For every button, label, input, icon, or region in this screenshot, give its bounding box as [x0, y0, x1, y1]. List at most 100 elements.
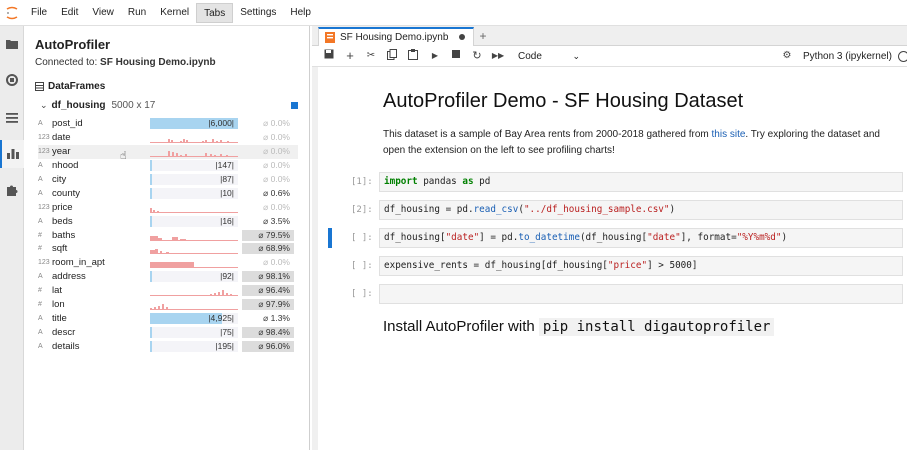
add-cell-plus-icon[interactable]: +	[343, 49, 357, 63]
histogram-bar	[180, 141, 182, 144]
column-row[interactable]: Abeds |16| ⌀ 3.5%	[38, 214, 298, 228]
copy-icon[interactable]	[385, 49, 399, 63]
column-row[interactable]: Acity |87| ⌀ 0.0%	[38, 173, 298, 187]
extension-puzzle-icon[interactable]	[0, 176, 24, 204]
cell-code-editor[interactable]	[379, 284, 903, 304]
column-summary-chart[interactable]	[150, 202, 238, 213]
notebook-tab[interactable]: SF Housing Demo.ipynb	[318, 27, 474, 46]
column-type-icon: 123	[38, 203, 50, 211]
column-row[interactable]: Adetails |195| ⌀ 96.0%	[38, 339, 298, 353]
column-summary-chart[interactable]	[150, 257, 238, 269]
panel-title: AutoProfiler	[35, 37, 111, 52]
column-summary-chart[interactable]	[150, 230, 238, 241]
column-type-icon: A	[38, 342, 43, 350]
column-summary-chart[interactable]	[150, 285, 238, 297]
column-name: price	[52, 201, 73, 213]
histogram-bar	[158, 306, 160, 311]
histogram-bar	[227, 141, 229, 144]
column-summary-chart[interactable]: |16|	[150, 215, 238, 227]
column-row[interactable]: Anhood |147| ⌀ 0.0%	[38, 159, 298, 173]
new-tab-plus-icon[interactable]: +	[476, 28, 490, 44]
save-icon[interactable]	[322, 49, 336, 63]
code-cell[interactable]: [1]: import pandas as pd	[331, 172, 903, 192]
column-summary-chart[interactable]	[150, 243, 238, 255]
cell-code-editor[interactable]: df_housing["date"] = pd.to_datetime(df_h…	[379, 228, 903, 248]
code-cell[interactable]: [2]: df_housing = pd.read_csv("../df_hous…	[331, 200, 903, 220]
unique-count-bar-fill	[150, 271, 152, 283]
jupyter-logo-icon[interactable]	[0, 0, 24, 26]
menu-settings[interactable]: Settings	[233, 3, 283, 23]
run-play-icon[interactable]: ▶	[428, 49, 442, 63]
column-row[interactable]: # sqft ⌀ 68.9%	[38, 242, 298, 256]
column-row[interactable]: 123 room_in_apt ⌀ 0.0%	[38, 256, 298, 270]
column-row[interactable]: 123 date ⌀ 0.0%	[38, 131, 298, 145]
folder-icon[interactable]	[0, 30, 24, 58]
column-row[interactable]: Atitle |4,925| ⌀ 1.3%	[38, 311, 298, 325]
column-summary-chart[interactable]	[150, 299, 238, 311]
cell-type-select[interactable]: Code ⌄	[518, 49, 580, 64]
menu-kernel[interactable]: Kernel	[153, 3, 196, 23]
menu-tabs[interactable]: Tabs	[196, 2, 234, 23]
menu-file[interactable]: File	[24, 3, 54, 23]
code-cell[interactable]: [ ]: df_housing["date"] = pd.to_datetime(…	[328, 228, 903, 248]
active-cell-indicator	[328, 228, 332, 248]
column-summary-chart[interactable]: |6,000|	[150, 118, 238, 130]
column-row[interactable]: Adescr |75| ⌀ 98.4%	[38, 325, 298, 339]
histogram-bar	[180, 155, 182, 158]
paste-icon[interactable]	[406, 49, 420, 63]
menu-help[interactable]: Help	[283, 3, 318, 23]
column-summary-chart[interactable]	[150, 132, 238, 144]
cut-scissors-icon[interactable]: ✂	[364, 49, 378, 63]
unique-count-bar-fill	[150, 215, 152, 227]
list-icon[interactable]	[0, 104, 24, 132]
restart-icon[interactable]: ↻	[470, 49, 484, 63]
column-name: lon	[52, 299, 65, 311]
histogram-bar	[205, 140, 207, 144]
histogram-bar	[162, 304, 164, 311]
histogram-bar	[210, 154, 212, 158]
unique-count-label: |75|	[220, 326, 234, 337]
this-site-link[interactable]: this site	[712, 129, 746, 140]
column-row[interactable]: # lon ⌀ 97.9%	[38, 298, 298, 312]
code-cell[interactable]: [ ]: expensive_rents = df_housing[df_hous…	[331, 256, 903, 276]
column-summary-chart[interactable]: |92|	[150, 271, 238, 283]
column-summary-chart[interactable]: |4,925|	[150, 312, 238, 324]
profiler-chart-icon[interactable]	[0, 140, 24, 168]
code-cell[interactable]: [ ]:	[331, 284, 903, 304]
connected-file: SF Housing Demo.ipynb	[100, 57, 216, 68]
menu-view[interactable]: View	[85, 3, 121, 23]
unsaved-dot-icon[interactable]	[459, 34, 465, 40]
column-row[interactable]: Aaddress |92| ⌀ 98.1%	[38, 270, 298, 284]
menu-edit[interactable]: Edit	[54, 3, 85, 23]
cell-code-editor[interactable]: expensive_rents = df_housing[df_housing[…	[379, 256, 903, 276]
settings-gear-icon[interactable]: ⚙	[780, 49, 794, 63]
column-name: details	[52, 340, 80, 352]
running-icon[interactable]	[0, 66, 24, 94]
column-row[interactable]: 123 price ⌀ 0.0%	[38, 200, 298, 214]
dataframe-row[interactable]: ⌄ df_housing 5000 x 17	[40, 100, 298, 111]
cell-code-editor[interactable]: df_housing = pd.read_csv("../df_housing_…	[379, 200, 903, 220]
column-summary-chart[interactable]: |10|	[150, 187, 238, 199]
histogram-bar	[230, 294, 232, 297]
column-summary-chart[interactable]: |75|	[150, 326, 238, 338]
column-summary-chart[interactable]	[150, 146, 238, 158]
column-summary-chart[interactable]: |147|	[150, 160, 238, 172]
column-type-icon: A	[38, 273, 43, 281]
column-row[interactable]: Acounty |10| ⌀ 0.6%	[38, 186, 298, 200]
menu-run[interactable]: Run	[121, 3, 153, 23]
histogram-bar	[172, 152, 174, 158]
column-row[interactable]: # baths ⌀ 79.5%	[38, 228, 298, 242]
column-row[interactable]: Apost_id |6,000| ⌀ 0.0%	[38, 117, 298, 131]
column-row[interactable]: 123 year ⌀ 0.0% ☝	[38, 144, 298, 162]
cell-code-editor[interactable]: import pandas as pd	[379, 172, 903, 192]
histogram-bar	[176, 153, 178, 158]
column-row[interactable]: # lat ⌀ 96.4%	[38, 284, 298, 298]
column-summary-chart[interactable]: |87|	[150, 174, 238, 185]
column-type-icon: #	[38, 245, 42, 253]
histogram-bar	[216, 141, 218, 144]
stop-square-icon[interactable]	[449, 49, 463, 63]
run-all-fast-forward-icon[interactable]: ▶▶	[491, 49, 505, 63]
column-summary-chart[interactable]: |195|	[150, 340, 238, 352]
kernel-name[interactable]: Python 3 (ipykernel)	[803, 49, 892, 64]
chevron-down-icon[interactable]: ⌄	[40, 100, 48, 111]
